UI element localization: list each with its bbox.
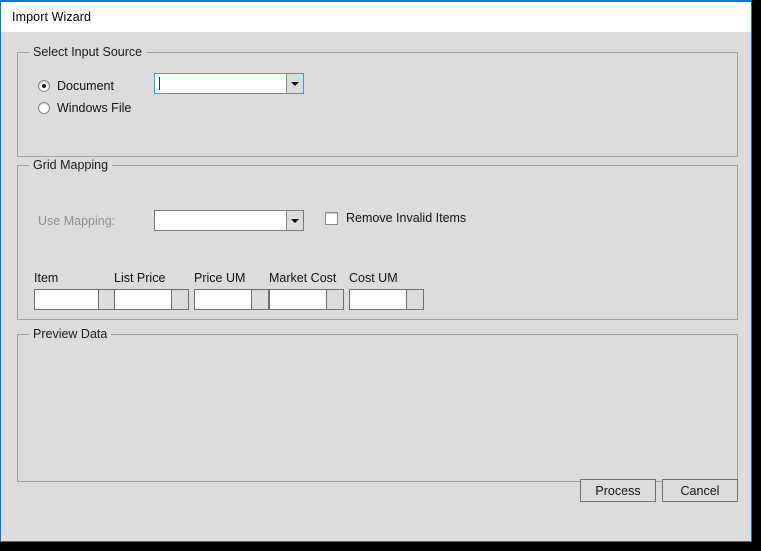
column-dropdown-button-item[interactable] — [98, 290, 115, 309]
select-input-source-caption: Select Input Source — [29, 45, 147, 59]
column-label-market-cost: Market Cost — [269, 271, 337, 285]
import-wizard-window: Import Wizard Select Input Source Docume… — [0, 0, 752, 542]
column-input-list-price[interactable] — [115, 290, 171, 309]
column-label-item: Item — [34, 271, 59, 285]
radio-document-indicator[interactable] — [38, 80, 50, 92]
column-combobox-market-cost[interactable] — [269, 289, 344, 310]
process-button[interactable]: Process — [580, 479, 656, 502]
column-label-cost-um: Cost UM — [349, 271, 398, 285]
remove-invalid-items-checkbox[interactable]: Remove Invalid Items — [325, 211, 466, 225]
column-combobox-item[interactable] — [34, 289, 116, 310]
radio-document[interactable]: Document — [38, 79, 114, 93]
column-input-price-um[interactable] — [195, 290, 251, 309]
document-source-combobox[interactable] — [154, 73, 304, 94]
grid-mapping-caption: Grid Mapping — [29, 158, 113, 172]
grid-mapping-group: Grid Mapping Use Mapping: Remove Invalid… — [17, 158, 738, 320]
window-title: Import Wizard — [12, 10, 92, 24]
cancel-button[interactable]: Cancel — [662, 479, 738, 502]
column-combobox-list-price[interactable] — [114, 289, 189, 310]
use-mapping-label: Use Mapping: — [38, 214, 116, 228]
column-label-price-um: Price UM — [194, 271, 246, 285]
chevron-down-icon — [291, 218, 299, 223]
use-mapping-combobox[interactable] — [154, 210, 304, 231]
column-input-cost-um[interactable] — [350, 290, 406, 309]
text-caret — [159, 77, 160, 90]
remove-invalid-items-label: Remove Invalid Items — [346, 211, 467, 225]
preview-data-area[interactable] — [18, 335, 737, 481]
column-mapping-price-um: Price UM — [194, 271, 269, 310]
radio-windows-file-label: Windows File — [57, 101, 132, 115]
chevron-down-icon — [291, 81, 299, 86]
radio-document-label: Document — [57, 79, 114, 93]
column-label-list-price: List Price — [114, 271, 166, 285]
column-combobox-price-um[interactable] — [194, 289, 269, 310]
column-dropdown-button-list-price[interactable] — [171, 290, 188, 309]
radio-windows-file-indicator[interactable] — [38, 102, 50, 114]
preview-data-group: Preview Data — [17, 327, 738, 482]
use-mapping-dropdown-button[interactable] — [286, 211, 303, 230]
column-dropdown-button-market-cost[interactable] — [326, 290, 343, 309]
column-mapping-item: Item — [34, 271, 116, 310]
remove-invalid-items-box[interactable] — [325, 211, 338, 225]
use-mapping-input[interactable] — [155, 211, 286, 230]
column-mapping-market-cost: Market Cost — [269, 271, 344, 310]
column-dropdown-button-price-um[interactable] — [251, 290, 268, 309]
document-source-dropdown-button[interactable] — [286, 74, 303, 93]
column-input-item[interactable] — [35, 290, 98, 309]
document-source-input[interactable] — [155, 74, 286, 93]
radio-windows-file[interactable]: Windows File — [38, 101, 131, 115]
column-mapping-cost-um: Cost UM — [349, 271, 424, 310]
title-bar: Import Wizard — [1, 2, 751, 32]
column-mapping-list-price: List Price — [114, 271, 189, 310]
select-input-source-group: Select Input Source Document Windows Fil… — [17, 45, 738, 157]
column-combobox-cost-um[interactable] — [349, 289, 424, 310]
column-input-market-cost[interactable] — [270, 290, 326, 309]
dialog-client-area: Select Input Source Document Windows Fil… — [1, 32, 751, 541]
column-dropdown-button-cost-um[interactable] — [406, 290, 423, 309]
